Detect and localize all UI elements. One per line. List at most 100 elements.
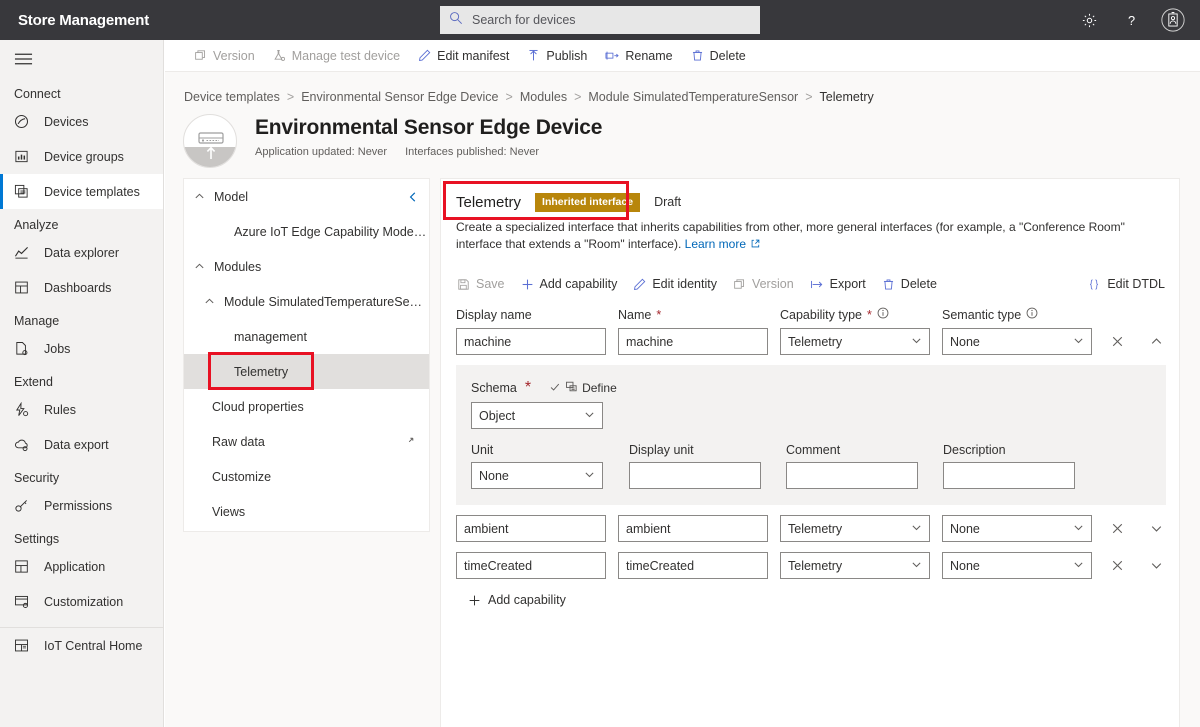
delete-button[interactable]: Delete <box>874 269 945 299</box>
tree-row-module-simulatedtemperaturesensor[interactable]: Module SimulatedTemperatureSensor <box>184 284 429 319</box>
model-tree-panel: Model Azure IoT Edge Capability Model kb… <box>183 178 430 532</box>
tree-row-raw-data[interactable]: Raw data <box>184 424 429 459</box>
breadcrumb-separator: > <box>505 90 513 104</box>
breadcrumb-item-modules[interactable]: Modules <box>520 90 567 104</box>
tree-row-customize[interactable]: Customize <box>184 459 429 494</box>
command-manage-test-device[interactable]: Manage test device <box>264 40 409 72</box>
sidebar-item-device-groups[interactable]: Device groups <box>0 139 163 174</box>
tree-row-cloud-properties[interactable]: Cloud properties <box>184 389 429 424</box>
header-label: Description <box>943 443 1006 458</box>
select-value: None <box>950 334 980 349</box>
schema-select[interactable]: Object <box>471 402 603 430</box>
save-button[interactable]: Save <box>449 269 513 299</box>
command-edit-manifest[interactable]: Edit manifest <box>409 40 518 72</box>
header-comment: Comment <box>786 443 943 457</box>
export-button[interactable]: Export <box>802 269 874 299</box>
capability-type-select[interactable]: Telemetry <box>780 328 930 356</box>
interface-toolbar: Save Add capability Edit identity Versio… <box>449 269 1173 299</box>
global-search[interactable] <box>440 6 760 34</box>
learn-more-link[interactable]: Learn more <box>685 237 746 251</box>
sidebar-item-customization[interactable]: Customization <box>0 584 163 619</box>
breadcrumb-item-environmental-sensor-edge-device[interactable]: Environmental Sensor Edge Device <box>301 90 498 104</box>
sidebar-item-data-explorer[interactable]: Data explorer <box>0 235 163 270</box>
table-row: Telemetry None <box>456 515 1179 543</box>
sidebar-item-data-export[interactable]: Data export <box>0 427 163 462</box>
define-schema-icon <box>565 380 578 396</box>
name-input[interactable] <box>618 328 768 356</box>
sidebar-item-jobs[interactable]: Jobs <box>0 331 163 366</box>
name-input[interactable] <box>618 552 768 580</box>
application-icon <box>14 559 34 574</box>
sidebar-item-device-templates[interactable]: Device templates <box>0 174 163 209</box>
semantic-type-select[interactable]: None <box>942 328 1092 356</box>
tree-row-views[interactable]: Views <box>184 494 429 529</box>
edit-dtdl-button[interactable]: Edit DTDL <box>1079 269 1173 299</box>
info-icon[interactable] <box>1026 307 1038 322</box>
sidebar-item-rules[interactable]: Rules <box>0 392 163 427</box>
tree-row-management[interactable]: management <box>184 319 429 354</box>
command-delete[interactable]: Delete <box>682 40 755 72</box>
command-version[interactable]: Version <box>185 40 264 72</box>
description-input[interactable] <box>943 462 1075 490</box>
semantic-type-select[interactable]: None <box>942 515 1092 543</box>
tree-row-modules[interactable]: Modules <box>184 249 429 284</box>
command-rename[interactable]: Rename <box>596 40 681 72</box>
comment-input[interactable] <box>786 462 918 490</box>
version-button[interactable]: Version <box>725 269 802 299</box>
expand-diagonal-icon[interactable] <box>405 434 417 449</box>
tree-row-model[interactable]: Model <box>184 179 429 214</box>
page-meta: Application updated: Never Interfaces pu… <box>255 146 602 158</box>
close-x-icon[interactable] <box>1104 552 1130 579</box>
help-question-icon[interactable]: ? <box>1110 0 1152 40</box>
settings-gear-icon[interactable] <box>1068 0 1110 40</box>
tree-row-telemetry[interactable]: Telemetry <box>184 354 429 389</box>
search-input[interactable] <box>470 12 740 28</box>
collapse-panel-icon[interactable] <box>407 191 419 203</box>
sidebar-item-devices[interactable]: Devices <box>0 104 163 139</box>
sidebar-item-permissions[interactable]: Permissions <box>0 488 163 523</box>
command-label: Version <box>213 48 255 63</box>
interface-state-label: Draft <box>654 195 682 210</box>
sidebar-item-iot-central-home[interactable]: IoT Central Home <box>0 628 163 663</box>
breadcrumb-item-module-simulatedtemperaturesensor[interactable]: Module SimulatedTemperatureSensor <box>588 90 798 104</box>
capability-type-select[interactable]: Telemetry <box>780 552 930 580</box>
display-name-input[interactable] <box>456 328 606 356</box>
sidebar-item-label: Permissions <box>44 498 113 513</box>
chevron-down-icon[interactable] <box>1143 552 1169 579</box>
sidebar-item-application[interactable]: Application <box>0 549 163 584</box>
name-input[interactable] <box>618 515 768 543</box>
add-capability-bottom-button[interactable]: Add capability <box>468 593 566 607</box>
add-capability-button[interactable]: Add capability <box>513 269 626 299</box>
close-x-icon[interactable] <box>1104 328 1130 355</box>
edit-identity-button[interactable]: Edit identity <box>625 269 725 299</box>
chevron-down-icon <box>911 559 922 573</box>
unit-select[interactable]: None <box>471 462 603 490</box>
info-icon[interactable] <box>877 307 889 322</box>
chevron-down-icon[interactable] <box>1143 515 1169 542</box>
chevron-up-icon[interactable] <box>1143 328 1169 355</box>
breadcrumb: Device templates > Environmental Sensor … <box>165 72 1200 104</box>
sidebar-item-dashboards[interactable]: Dashboards <box>0 270 163 305</box>
capability-type-select[interactable]: Telemetry <box>780 515 930 543</box>
display-name-input[interactable] <box>456 552 606 580</box>
tree-row-label: Raw data <box>212 434 265 449</box>
sidebar-item-label: Jobs <box>44 341 71 356</box>
command-publish[interactable]: Publish <box>518 40 596 72</box>
semantic-type-select[interactable]: None <box>942 552 1092 580</box>
close-x-icon[interactable] <box>1104 515 1130 542</box>
tree-row-label: Customize <box>212 469 272 484</box>
breadcrumb-item-telemetry[interactable]: Telemetry <box>820 90 874 104</box>
add-plus-icon <box>468 594 481 607</box>
display-name-input[interactable] <box>456 515 606 543</box>
account-badge-icon[interactable] <box>1152 0 1194 40</box>
tree-row-capability-model[interactable]: Azure IoT Edge Capability Model kbz… <box>184 214 429 249</box>
menu-icon[interactable] <box>0 40 163 78</box>
define-schema-button[interactable]: Define <box>549 380 617 396</box>
display-unit-input[interactable] <box>629 462 761 490</box>
breadcrumb-item-device-templates[interactable]: Device templates <box>184 90 280 104</box>
command-label: Edit manifest <box>437 48 510 63</box>
publish-upload-icon <box>527 49 540 62</box>
interface-header: Telemetry Inherited interface Draft <box>441 179 1179 212</box>
chevron-down-icon <box>1073 559 1084 573</box>
device-groups-icon <box>14 149 34 164</box>
